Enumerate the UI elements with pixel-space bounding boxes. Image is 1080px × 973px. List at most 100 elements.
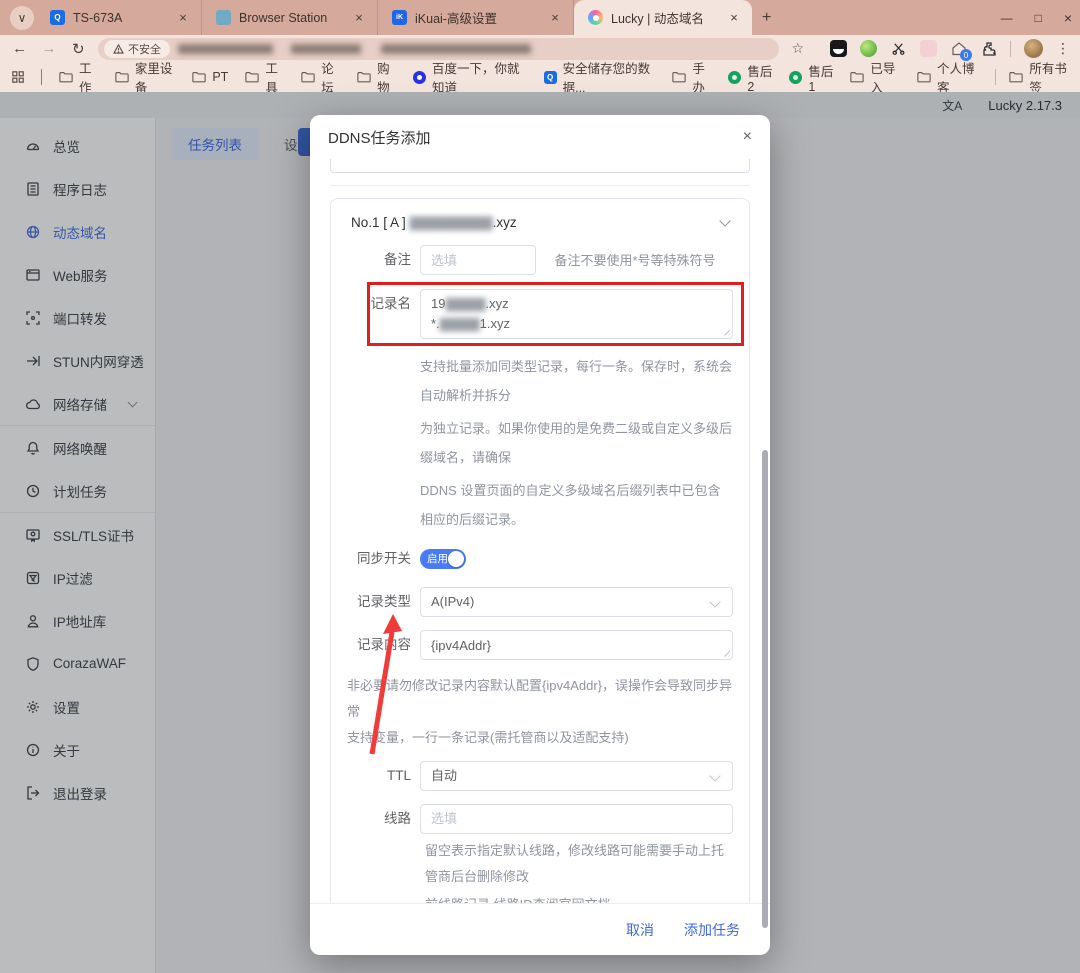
extension-icon-disabled[interactable] (920, 40, 937, 57)
security-chip[interactable]: 不安全 (104, 40, 170, 58)
extension-icon-panda[interactable] (830, 40, 847, 57)
forward-button[interactable]: → (39, 40, 58, 57)
divider (330, 185, 750, 186)
modal-body: No.1 [ A ] ▇▇▇▇▇▇▇▇.xyz 备注 备注不要使用*号等特殊符号… (310, 159, 770, 903)
browser-station-favicon (216, 10, 231, 25)
record-content-label: 记录内容 (347, 630, 411, 660)
line-label: 线路 (347, 804, 411, 834)
extension-icon-home[interactable]: 0 (950, 40, 967, 57)
browser-menu-icon[interactable]: ⋮ (1056, 40, 1070, 57)
lucky-favicon (588, 10, 603, 25)
tab-close-icon[interactable]: × (351, 10, 367, 25)
line-hint-line: 前线路记录,线路ID查阅官网文档 (425, 892, 733, 904)
browser-tab-ts673a[interactable]: Q TS-673A × (36, 0, 202, 35)
toolbar-separator (1010, 41, 1011, 57)
tab-title: TS-673A (73, 11, 122, 25)
bookmarks-separator (41, 69, 42, 85)
bookmark-folder-tools[interactable]: 工具 (245, 58, 284, 96)
ikuai-favicon: iK (392, 10, 407, 25)
bookmark-aftersale-2[interactable]: 售后2 (728, 61, 772, 94)
ddns-add-task-modal: DDNS任务添加 × No.1 [ A ] ▇▇▇▇▇▇▇▇.xyz 备注 (310, 115, 770, 955)
redacted-url-segment (381, 44, 531, 54)
tab-title: Browser Station (239, 11, 327, 25)
record-type-select[interactable]: A(IPv4) (420, 587, 733, 617)
browser-tab-browser-station[interactable]: Browser Station × (202, 0, 378, 35)
modal-scrollbar-thumb[interactable] (762, 450, 768, 928)
bookmarks-separator (995, 69, 996, 85)
record-name-hint-line: 为独立记录。如果你使用的是免费二级或自定义多级后缀域名，请确保 (420, 414, 733, 472)
window-close-button[interactable]: × (1064, 10, 1072, 26)
remark-field-row: 备注 备注不要使用*号等特殊符号 (347, 245, 733, 276)
tab-title: iKuai-高级设置 (415, 8, 497, 27)
qnap-icon: Q (544, 71, 557, 84)
tab-close-icon[interactable]: × (547, 10, 563, 25)
seafile-icon (728, 71, 741, 84)
warning-icon (113, 44, 124, 54)
extensions-puzzle-icon[interactable] (980, 40, 997, 57)
record-name-hint-line: 支持批量添加同类型记录，每行一条。保存时，系统会自动解析并拆分 (420, 352, 733, 410)
remark-input[interactable] (420, 245, 536, 275)
bookmark-star-icon[interactable]: ☆ (791, 40, 804, 57)
line-hint-line: 留空表示指定默认线路，修改线路可能需要手动上托管商后台删除修改 (425, 838, 733, 890)
window-minimize-button[interactable]: — (1001, 11, 1013, 25)
bookmark-folder-blog[interactable]: 个人博客 (917, 58, 977, 96)
security-label: 不安全 (128, 41, 161, 57)
tab-close-icon[interactable]: × (175, 10, 191, 25)
modal-close-icon[interactable]: × (743, 128, 752, 146)
sync-switch-label: 同步开关 (347, 544, 411, 574)
screen: ∨ Q TS-673A × Browser Station × iK iKuai… (0, 0, 1080, 973)
all-bookmarks-folder[interactable]: 所有书签 (1009, 58, 1068, 96)
ttl-label: TTL (347, 761, 411, 791)
remark-hint: 备注不要使用*号等特殊符号 (554, 246, 715, 276)
profile-avatar[interactable] (1024, 39, 1043, 58)
new-tab-button[interactable]: + (762, 9, 771, 27)
record-type-label: 记录类型 (347, 587, 411, 617)
bookmark-baidu[interactable]: 百度一下，你就知道 (413, 58, 527, 96)
submit-add-task-button[interactable]: 添加任务 (684, 920, 740, 940)
bookmark-folder-home-devices[interactable]: 家里设备 (115, 58, 175, 96)
tab-search-button[interactable]: ∨ (10, 6, 34, 30)
bookmark-folder-imported[interactable]: 已导入 (850, 58, 900, 96)
browser-tabstrip: ∨ Q TS-673A × Browser Station × iK iKuai… (0, 0, 1080, 35)
reload-button[interactable]: ↻ (69, 40, 88, 58)
bookmark-folder-pt[interactable]: PT (192, 70, 228, 84)
address-bar[interactable]: 不安全 (98, 38, 779, 60)
ttl-select[interactable]: 自动 (420, 761, 733, 791)
sync-toggle[interactable]: 启用 (420, 549, 466, 569)
record-name-label: 记录名 (347, 289, 411, 319)
apps-grid-icon[interactable] (12, 70, 24, 84)
baidu-icon (413, 71, 426, 84)
record-name-textarea[interactable]: 19▇▇▇▇.xyz *.▇▇▇▇1.xyz (420, 289, 733, 339)
record-content-textarea[interactable]: {ipv4Addr} (420, 630, 733, 660)
line-input[interactable] (420, 804, 733, 834)
back-button[interactable]: ← (10, 40, 29, 57)
record-name-field-row: 记录名 19▇▇▇▇.xyz *.▇▇▇▇1.xyz (347, 289, 733, 339)
bookmark-folder-figures[interactable]: 手办 (672, 58, 711, 96)
qnap-favicon: Q (50, 10, 65, 25)
bookmarks-bar: 工作 家里设备 PT 工具 论坛 购物 百度一下，你就知道 Q安全储存您的数据.… (0, 62, 1080, 92)
record-type-row: 记录类型 A(IPv4) (347, 587, 733, 617)
window-maximize-button[interactable]: □ (1035, 11, 1042, 25)
bookmark-folder-forum[interactable]: 论坛 (301, 58, 340, 96)
extension-icon-idm[interactable] (860, 40, 877, 57)
bookmark-folder-shopping[interactable]: 购物 (357, 58, 396, 96)
browser-tab-lucky[interactable]: Lucky | 动态域名 × (574, 0, 752, 35)
provider-field-partial[interactable] (330, 159, 750, 173)
record-group-header[interactable]: No.1 [ A ] ▇▇▇▇▇▇▇▇.xyz (347, 207, 733, 245)
modal-footer: 取消 添加任务 (310, 903, 770, 955)
bookmark-folder-work[interactable]: 工作 (59, 58, 98, 96)
tab-title: Lucky | 动态域名 (611, 8, 704, 27)
browser-tab-ikuai[interactable]: iK iKuai-高级设置 × (378, 0, 574, 35)
redacted-url-segment (291, 44, 361, 54)
redacted-domain: ▇▇▇▇ (445, 296, 485, 311)
cancel-button[interactable]: 取消 (626, 920, 654, 940)
tab-close-icon[interactable]: × (726, 10, 742, 25)
sync-switch-row: 同步开关 启用 (347, 544, 733, 574)
bookmark-aftersale-1[interactable]: 售后1 (789, 61, 833, 94)
extension-icon-scissors[interactable] (890, 40, 907, 57)
sync-record-card: No.1 [ A ] ▇▇▇▇▇▇▇▇.xyz 备注 备注不要使用*号等特殊符号… (330, 198, 750, 903)
record-content-hint-line: 支持变量，一行一条记录(需托管商以及适配支持) (347, 725, 733, 751)
seafile-icon (789, 71, 802, 84)
bookmark-secure-storage[interactable]: Q安全储存您的数据... (544, 58, 656, 96)
record-content-hint-line: 非必要请勿修改记录内容默认配置{ipv4Addr}，误操作会导致同步异常 (347, 673, 733, 725)
